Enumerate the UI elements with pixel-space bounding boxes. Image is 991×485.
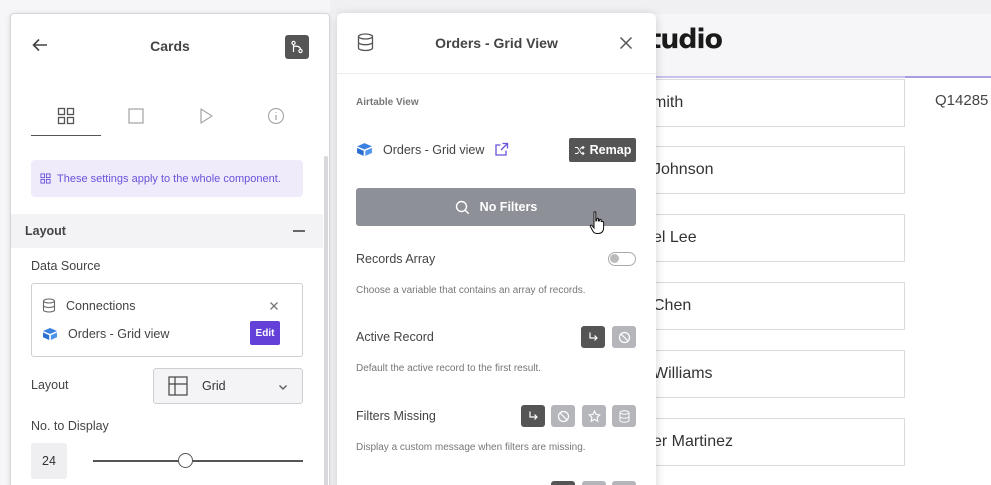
component-settings-note: These settings apply to the whole compon… <box>31 160 303 197</box>
square-icon <box>128 108 144 124</box>
settings-tabs <box>31 96 321 136</box>
records-array-description: Choose a variable that contains an array… <box>356 285 586 296</box>
connections-text: Connections <box>66 298 136 313</box>
filters-missing-database-button[interactable] <box>612 405 636 427</box>
layout-select[interactable]: Grid <box>153 368 303 404</box>
airtable-icon <box>43 328 57 340</box>
data-source-label: Data Source <box>31 259 101 273</box>
arrow-down-right-icon <box>589 332 598 341</box>
data-view-panel: Orders - Grid View Airtable View Orders … <box>337 13 656 485</box>
slider-handle[interactable] <box>177 453 193 468</box>
card-name-text: er Martinez <box>653 433 734 450</box>
active-record-none-button[interactable] <box>612 326 636 348</box>
active-record-label: Active Record <box>356 330 434 344</box>
filters-missing-none-button[interactable] <box>551 405 575 427</box>
card-name-text: mith <box>653 94 684 111</box>
filters-missing-star-button[interactable] <box>582 405 606 427</box>
filters-missing-description: Display a custom message when filters ar… <box>356 442 586 453</box>
records-array-toggle[interactable] <box>608 252 636 266</box>
display-count-label: No. to Display <box>31 419 109 433</box>
toggle-knob <box>610 254 619 263</box>
card-name-text: Johnson <box>653 161 714 178</box>
close-icon[interactable] <box>268 300 280 312</box>
section-subtitle: Airtable View <box>356 97 419 108</box>
tab-info[interactable] <box>241 96 311 136</box>
star-icon <box>587 409 601 422</box>
note-text: These settings apply to the whole compon… <box>57 172 281 185</box>
tab-actions[interactable] <box>171 96 241 136</box>
branch-settings-button[interactable] <box>285 35 309 59</box>
panel-header: Orders - Grid View <box>337 13 656 74</box>
next-row-button[interactable] <box>612 481 636 485</box>
layout-label: Layout <box>31 378 69 392</box>
card-name-text: Williams <box>653 365 713 382</box>
filters-missing-first-button[interactable] <box>521 405 545 427</box>
remap-label: Remap <box>589 143 632 157</box>
next-row-button[interactable] <box>551 481 575 485</box>
view-name-text: Orders - Grid view <box>68 327 170 341</box>
airtable-view-row: Orders - Grid view <box>356 142 509 157</box>
card-name-text: Chen <box>653 297 692 314</box>
panel-title: Orders - Grid View <box>435 35 558 51</box>
canvas-divider-accent <box>905 76 991 78</box>
remap-button[interactable]: Remap <box>569 138 636 162</box>
data-source-box: Connections Orders - Grid view Edit <box>31 283 303 357</box>
display-count-slider[interactable] <box>93 460 303 462</box>
layout-value: Grid <box>202 379 226 393</box>
edit-button[interactable]: Edit <box>250 321 280 345</box>
cards-settings-panel: Cards These settings apply to the whole … <box>10 13 330 485</box>
order-id-text: Q14285 <box>935 92 989 109</box>
connections-row: Connections <box>42 298 136 313</box>
airtable-icon <box>357 143 372 156</box>
chevron-down-icon <box>279 385 287 390</box>
active-record-description: Default the active record to the first r… <box>356 363 542 374</box>
grid-icon <box>57 107 75 124</box>
play-icon <box>200 108 213 124</box>
database-icon <box>619 409 629 423</box>
layout-section-header[interactable]: Layout <box>11 214 323 248</box>
grid-layout-icon <box>168 376 188 396</box>
next-row-button[interactable] <box>582 481 606 485</box>
close-icon[interactable] <box>619 36 633 50</box>
view-name-text: Orders - Grid view <box>383 142 485 157</box>
arrow-down-right-icon <box>529 411 538 420</box>
panel-scrollbar[interactable] <box>324 156 328 485</box>
active-record-first-button[interactable] <box>581 326 605 348</box>
tab-layout[interactable] <box>31 96 101 136</box>
tab-style[interactable] <box>101 96 171 136</box>
section-title: Layout <box>25 224 66 238</box>
panel-header: Cards <box>11 14 329 78</box>
shuffle-icon <box>574 145 585 155</box>
canvas-topbar <box>330 0 991 14</box>
prohibited-icon <box>557 410 569 422</box>
collapse-icon[interactable] <box>293 230 305 232</box>
display-count-input[interactable]: 24 <box>31 443 67 479</box>
search-icon <box>455 200 469 214</box>
records-array-label: Records Array <box>356 252 436 266</box>
hand-cursor-icon <box>589 211 605 234</box>
card-name-text: el Lee <box>653 229 697 246</box>
panel-title: Cards <box>150 38 190 54</box>
branch-icon <box>291 40 303 54</box>
grid-icon <box>40 173 51 184</box>
view-row: Orders - Grid view <box>42 327 169 341</box>
external-link-icon[interactable] <box>494 142 509 157</box>
filters-label: No Filters <box>479 200 538 214</box>
info-icon <box>267 107 285 125</box>
filters-missing-label: Filters Missing <box>356 409 436 423</box>
prohibited-icon <box>618 331 630 343</box>
database-icon <box>42 298 56 313</box>
